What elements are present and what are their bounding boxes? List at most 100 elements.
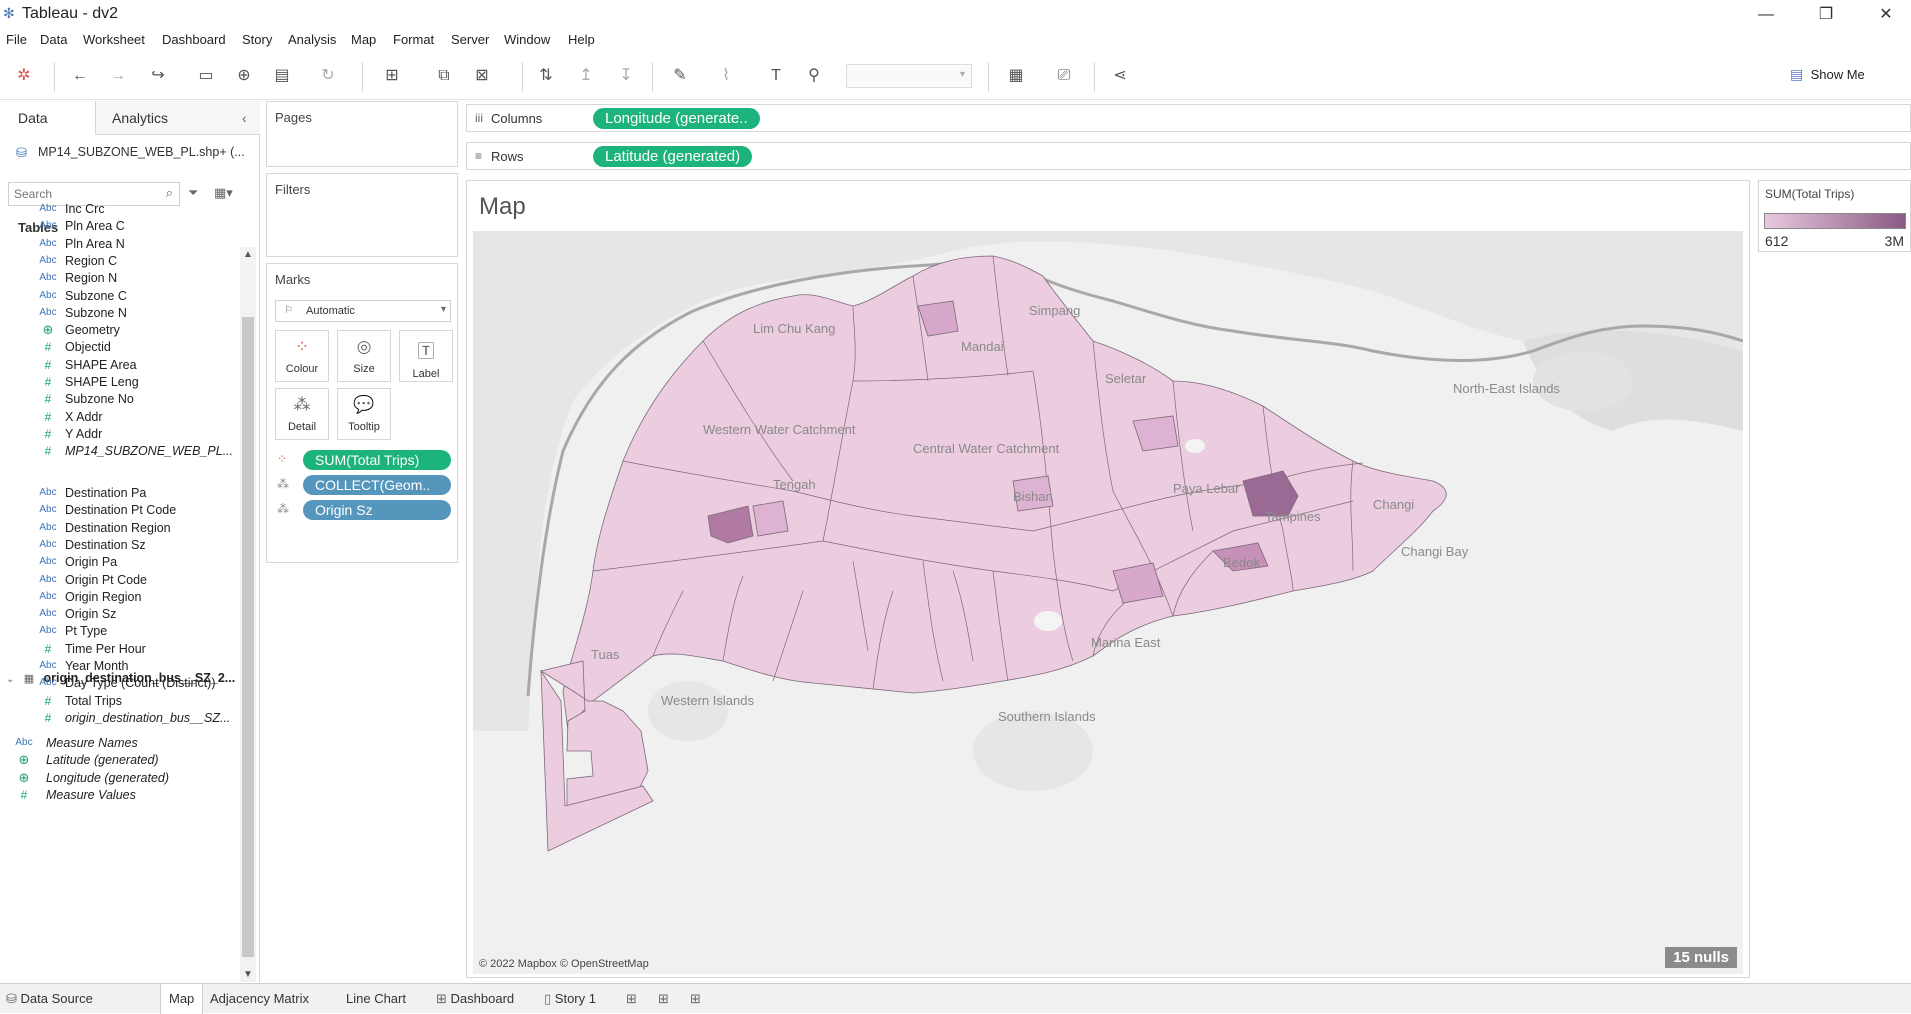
map-view: Map Simpang Lim Chu Kang Western Water C… bbox=[466, 180, 1750, 978]
field-item[interactable]: # origin_destination_bus__SZ... bbox=[0, 708, 232, 728]
sort-descending-icon[interactable]: ↧ bbox=[614, 64, 638, 88]
close-icon[interactable]: ✕ bbox=[1866, 4, 1906, 26]
tableau-logo-icon: ✻ bbox=[3, 5, 15, 21]
measure-icon: # bbox=[20, 787, 28, 802]
menu-dashboard[interactable]: Dashboard bbox=[162, 32, 226, 47]
datasource-name[interactable]: MP14_SUBZONE_WEB_PL.shp+ (... bbox=[38, 145, 245, 159]
show-cards-icon[interactable]: ▦ bbox=[1004, 64, 1028, 88]
field-name: MP14_SUBZONE_WEB_PL... bbox=[65, 444, 232, 459]
new-worksheet-icon[interactable]: ⊞ bbox=[380, 64, 404, 88]
menu-data[interactable]: Data bbox=[40, 32, 67, 47]
tab-data[interactable]: Data bbox=[0, 101, 96, 135]
text-label-icon[interactable]: T bbox=[764, 64, 788, 88]
tab-map[interactable]: Map bbox=[160, 984, 204, 1014]
scrollbar-thumb[interactable] bbox=[242, 317, 254, 957]
pages-card[interactable]: Pages bbox=[266, 101, 458, 167]
tab-adjacency-matrix[interactable]: Adjacency Matrix bbox=[210, 984, 309, 1014]
collect-geometry-pill[interactable]: COLLECT(Geom.. bbox=[303, 475, 451, 495]
sort-ascending-icon[interactable]: ↥ bbox=[574, 64, 598, 88]
longitude-pill[interactable]: Longitude (generate.. bbox=[593, 108, 760, 129]
sum-total-trips-pill[interactable]: SUM(Total Trips) bbox=[303, 450, 451, 470]
share-icon[interactable]: ⋖ bbox=[1108, 64, 1132, 88]
group-icon[interactable]: ⌇ bbox=[714, 64, 738, 88]
menu-story[interactable]: Story bbox=[242, 32, 272, 47]
duplicate-sheet-icon[interactable]: ⧉ bbox=[432, 64, 456, 88]
colour-button[interactable]: ⁘ Colour bbox=[275, 330, 329, 382]
tab-data-source[interactable]: ⛁ Data Source bbox=[6, 984, 93, 1014]
latitude-pill[interactable]: Latitude (generated) bbox=[593, 146, 753, 167]
tableau-home-icon[interactable]: ✲ bbox=[12, 64, 36, 88]
data-pane: Data Analytics ‹ ⛁ MP14_SUBZONE_WEB_PL.s… bbox=[0, 101, 260, 982]
origin-sz-pill[interactable]: Origin Sz bbox=[303, 500, 451, 520]
tab-story[interactable]: ▯ Story 1 bbox=[544, 984, 596, 1014]
place-mandai: Mandai bbox=[961, 339, 1004, 354]
field-item[interactable]: # Measure Values bbox=[0, 785, 232, 805]
place-seletar: Seletar bbox=[1105, 371, 1147, 386]
scrollbar[interactable]: ▲ ▼ bbox=[240, 247, 256, 982]
tab-dashboard[interactable]: ⊞ Dashboard bbox=[436, 984, 514, 1014]
menu-analysis[interactable]: Analysis bbox=[288, 32, 336, 47]
nulls-indicator[interactable]: 15 nulls bbox=[1665, 947, 1737, 968]
swap-icon[interactable]: ⇅ bbox=[534, 64, 558, 88]
place-changi-bay: Changi Bay bbox=[1401, 544, 1469, 559]
marks-card: Marks ⚐ Automatic ▾ ⁘ Colour ◎ Size 🅃 Label… bbox=[266, 263, 458, 563]
highlight-icon[interactable]: ✎ bbox=[668, 64, 692, 88]
redo-icon[interactable]: → bbox=[106, 64, 130, 88]
pin-icon[interactable]: ⚲ bbox=[802, 64, 826, 88]
measure-icon: # bbox=[44, 444, 52, 459]
toolbar: ✲ ← → ↪ ▭ ⊕ ▤ ↻ ⊞ ⧉ ⊠ ⇅ ↥ ↧ ✎ ⌇ T ⚲ ▾ ▦ … bbox=[0, 52, 1911, 100]
pause-updates-icon[interactable]: ▤ bbox=[270, 64, 294, 88]
color-legend[interactable]: SUM(Total Trips) 612 3M bbox=[1758, 180, 1911, 252]
detail-pill-icon-2: ⁂ bbox=[277, 502, 289, 516]
new-story-tab-icon[interactable]: ⊞ bbox=[690, 984, 701, 1014]
cards-pane: Pages Filters Marks ⚐ Automatic ▾ ⁘ Colou… bbox=[262, 101, 462, 982]
undo-icon[interactable]: ← bbox=[68, 64, 92, 88]
shelves: iii Columns Longitude (generate.. ≡ Rows… bbox=[466, 101, 1911, 173]
place-bishan: Bishan bbox=[1013, 489, 1053, 504]
restore-icon[interactable]: ❐ bbox=[1806, 4, 1846, 26]
menu-window[interactable]: Window bbox=[504, 32, 550, 47]
show-me-button[interactable]: ▤ Show Me bbox=[1790, 66, 1865, 88]
new-worksheet-tab-icon[interactable]: ⊞ bbox=[626, 984, 637, 1014]
detail-icon: ⁂ bbox=[293, 395, 311, 414]
collapse-pane-icon[interactable]: ‹ bbox=[242, 110, 247, 126]
tab-analytics[interactable]: Analytics bbox=[112, 101, 168, 135]
fit-dropdown[interactable]: ▾ bbox=[846, 64, 972, 88]
place-western-water-catchment: Western Water Catchment bbox=[703, 422, 856, 437]
clear-sheet-icon[interactable]: ⊠ bbox=[470, 64, 494, 88]
menu-map[interactable]: Map bbox=[351, 32, 376, 47]
legend-min: 612 bbox=[1765, 233, 1789, 249]
menu-format[interactable]: Format bbox=[393, 32, 434, 47]
tab-line-chart[interactable]: Line Chart bbox=[346, 984, 406, 1014]
save-icon[interactable]: ▭ bbox=[194, 64, 218, 88]
minimize-icon[interactable]: — bbox=[1746, 4, 1786, 26]
columns-shelf[interactable]: iii Columns Longitude (generate.. bbox=[466, 104, 1911, 132]
map-copyright[interactable]: © 2022 Mapbox © OpenStreetMap bbox=[479, 958, 649, 970]
label-button[interactable]: 🅃 Label bbox=[399, 330, 453, 382]
field-item[interactable]: # MP14_SUBZONE_WEB_PL... bbox=[0, 441, 232, 461]
new-datasource-icon[interactable]: ⊕ bbox=[232, 64, 256, 88]
filters-card[interactable]: Filters bbox=[266, 173, 458, 257]
detail-button[interactable]: ⁂ Detail bbox=[275, 388, 329, 440]
legend-title: SUM(Total Trips) bbox=[1765, 187, 1855, 201]
place-paya-lebar: Paya Lebar bbox=[1173, 481, 1240, 496]
place-central-water-catchment: Central Water Catchment bbox=[913, 441, 1060, 456]
place-tengah: Tengah bbox=[773, 477, 816, 492]
replay-icon[interactable]: ↪ bbox=[146, 64, 170, 88]
colour-icon: ⁘ bbox=[294, 337, 310, 356]
new-dashboard-tab-icon[interactable]: ⊞ bbox=[658, 984, 669, 1014]
size-button[interactable]: ◎ Size bbox=[337, 330, 391, 382]
menu-help[interactable]: Help bbox=[568, 32, 595, 47]
datasource-tab-icon: ⛁ bbox=[6, 991, 17, 1006]
refresh-icon[interactable]: ↻ bbox=[316, 64, 340, 88]
presentation-icon[interactable]: ⎚ bbox=[1052, 64, 1076, 88]
menu-worksheet[interactable]: Worksheet bbox=[83, 32, 145, 47]
tooltip-button[interactable]: 💬 Tooltip bbox=[337, 388, 391, 440]
menu-file[interactable]: File bbox=[6, 32, 27, 47]
mark-type-dropdown[interactable]: ⚐ Automatic ▾ bbox=[275, 300, 451, 322]
place-western-islands: Western Islands bbox=[661, 693, 754, 708]
marina-reservoir bbox=[1034, 611, 1062, 631]
map-canvas[interactable]: Simpang Lim Chu Kang Western Water Catch… bbox=[473, 231, 1743, 974]
rows-shelf[interactable]: ≡ Rows Latitude (generated) bbox=[466, 142, 1911, 170]
menu-server[interactable]: Server bbox=[451, 32, 489, 47]
